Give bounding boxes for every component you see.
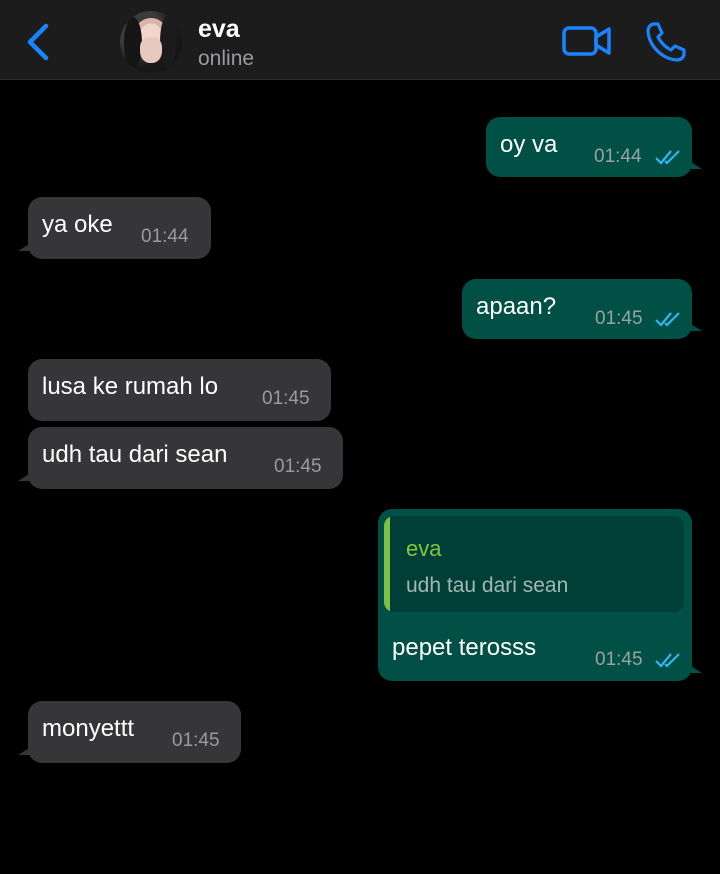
chevron-left-icon xyxy=(27,23,49,61)
bubble-tail xyxy=(18,471,34,481)
message-text: oy va xyxy=(500,131,558,158)
contact-name[interactable]: eva xyxy=(198,15,240,44)
message-time: 01:44 xyxy=(141,226,189,247)
avatar[interactable] xyxy=(120,11,182,73)
message-time: 01:45 xyxy=(595,649,643,670)
message-bubble-outgoing[interactable]: oy va 01:44 xyxy=(486,117,702,177)
avatar-image-part xyxy=(124,17,142,69)
message-bubble-incoming[interactable]: ya oke 01:44 xyxy=(18,197,211,259)
phone-call-icon xyxy=(646,22,686,62)
back-button[interactable] xyxy=(22,20,62,64)
message-text: ya oke xyxy=(42,211,113,238)
message-bubble-incoming[interactable]: monyettt 01:45 xyxy=(18,701,241,763)
message-bubble-outgoing[interactable]: eva udh tau dari sean pepet terosss 01:4… xyxy=(378,509,702,681)
chat-header: eva online xyxy=(0,0,720,80)
bubble-tail xyxy=(686,663,702,673)
message-text: pepet terosss xyxy=(392,634,537,661)
bubble-tail xyxy=(18,241,34,251)
message-bubble-outgoing[interactable]: apaan? 01:45 xyxy=(462,279,702,339)
message-text: monyettt xyxy=(42,715,135,742)
message-text: lusa ke rumah lo xyxy=(42,373,219,400)
contact-status: online xyxy=(198,47,255,70)
message-time: 01:45 xyxy=(595,308,643,329)
quote-accent-bar xyxy=(384,516,390,612)
avatar-image-part xyxy=(160,15,176,69)
message-time: 01:45 xyxy=(172,730,220,751)
video-call-button[interactable] xyxy=(562,22,612,60)
bubble-tail xyxy=(686,159,702,169)
read-receipt-icon xyxy=(655,150,680,165)
video-call-icon xyxy=(562,26,611,56)
message-time: 01:45 xyxy=(274,456,322,477)
bubble-tail xyxy=(18,745,34,755)
bubble-tail xyxy=(686,321,702,331)
avatar-image-part xyxy=(140,37,162,63)
message-time: 01:44 xyxy=(594,146,642,167)
quoted-message[interactable]: eva udh tau dari sean xyxy=(384,516,684,612)
quoted-sender-name: eva xyxy=(406,536,442,561)
message-text: apaan? xyxy=(476,293,557,320)
read-receipt-icon xyxy=(655,653,680,668)
message-bubble-incoming[interactable]: udh tau dari sean 01:45 xyxy=(18,427,343,489)
read-receipt-icon xyxy=(655,312,680,327)
message-text: udh tau dari sean xyxy=(42,441,228,468)
quoted-text: udh tau dari sean xyxy=(406,574,569,597)
message-time: 01:45 xyxy=(262,388,310,409)
message-bubble-incoming[interactable]: lusa ke rumah lo 01:45 xyxy=(28,359,331,421)
voice-call-button[interactable] xyxy=(644,20,688,64)
